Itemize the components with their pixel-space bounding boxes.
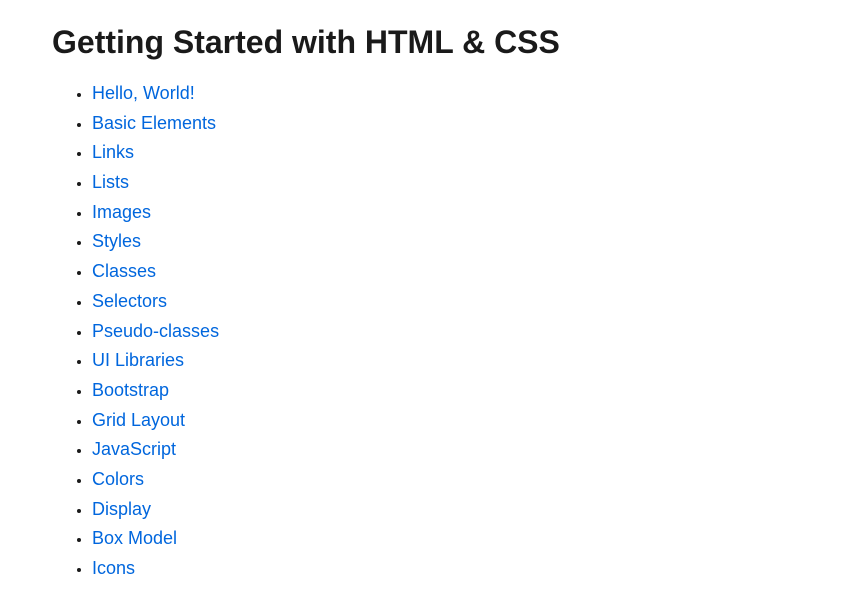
list-item: Display (92, 495, 804, 525)
topic-link-javascript[interactable]: JavaScript (92, 439, 176, 459)
topic-link-pseudo-classes[interactable]: Pseudo-classes (92, 321, 219, 341)
list-item: UI Libraries (92, 346, 804, 376)
topic-link-bootstrap[interactable]: Bootstrap (92, 380, 169, 400)
list-item: Colors (92, 465, 804, 495)
list-item: Box Model (92, 524, 804, 554)
topic-link-styles[interactable]: Styles (92, 231, 141, 251)
list-item: Lists (92, 168, 804, 198)
list-item: Basic Elements (92, 109, 804, 139)
list-item: Icons (92, 554, 804, 584)
topic-link-icons[interactable]: Icons (92, 558, 135, 578)
list-item: Links (92, 138, 804, 168)
topic-link-ui-libraries[interactable]: UI Libraries (92, 350, 184, 370)
list-item: Pseudo-classes (92, 317, 804, 347)
topic-link-basic-elements[interactable]: Basic Elements (92, 113, 216, 133)
topic-link-grid-layout[interactable]: Grid Layout (92, 410, 185, 430)
list-item: Hello, World! (92, 79, 804, 109)
list-item: Grid Layout (92, 406, 804, 436)
topic-link-display[interactable]: Display (92, 499, 151, 519)
topic-link-links[interactable]: Links (92, 142, 134, 162)
topic-link-lists[interactable]: Lists (92, 172, 129, 192)
topic-link-images[interactable]: Images (92, 202, 151, 222)
topic-link-box-model[interactable]: Box Model (92, 528, 177, 548)
topic-link-hello-world[interactable]: Hello, World! (92, 83, 195, 103)
list-item: Bootstrap (92, 376, 804, 406)
topics-list: Hello, World! Basic Elements Links Lists… (52, 79, 804, 584)
list-item: Selectors (92, 287, 804, 317)
list-item: Images (92, 198, 804, 228)
topic-link-colors[interactable]: Colors (92, 469, 144, 489)
list-item: Classes (92, 257, 804, 287)
topic-link-selectors[interactable]: Selectors (92, 291, 167, 311)
topic-link-classes[interactable]: Classes (92, 261, 156, 281)
page-title: Getting Started with HTML & CSS (52, 24, 804, 61)
list-item: JavaScript (92, 435, 804, 465)
list-item: Styles (92, 227, 804, 257)
